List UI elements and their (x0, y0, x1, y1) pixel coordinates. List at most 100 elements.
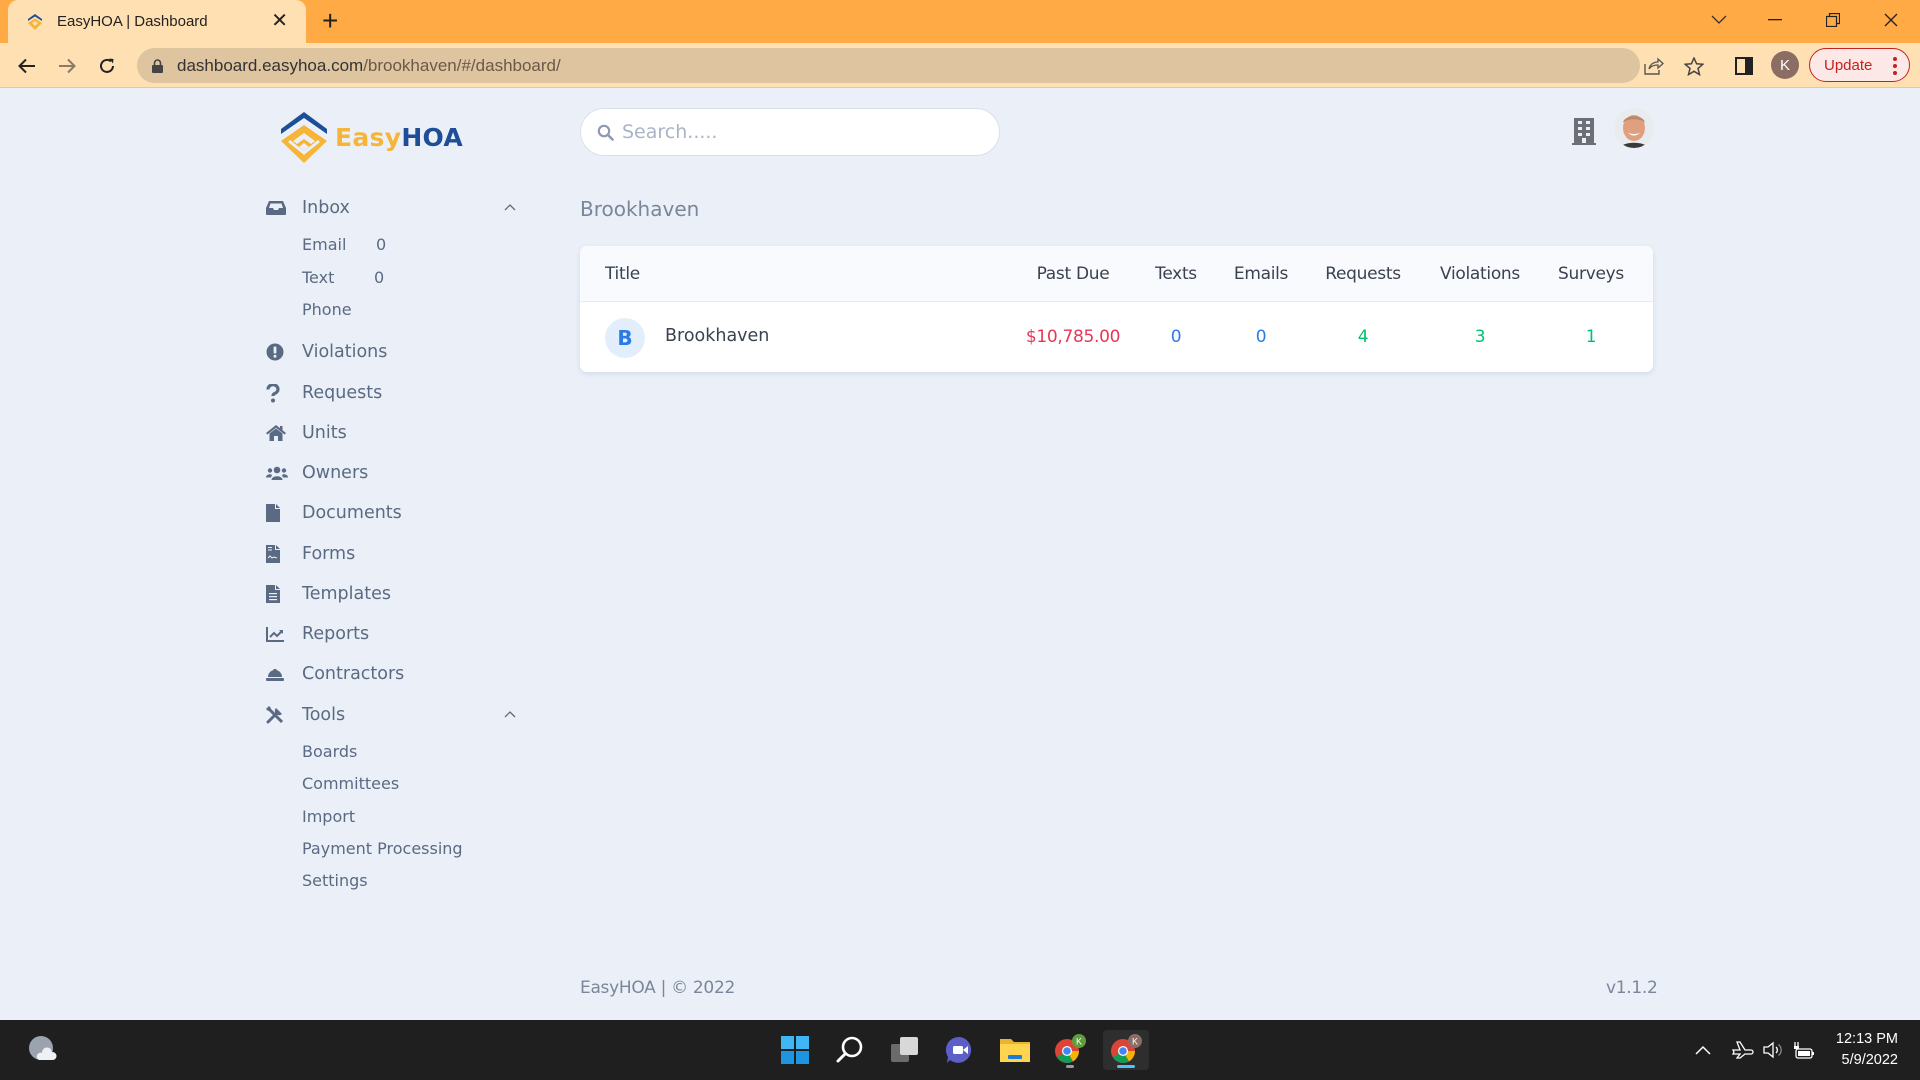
sidebar-subitem-label: Import (302, 806, 356, 826)
table-header: Title Past Due Texts Emails Requests Vio… (580, 246, 1653, 302)
file-alt-icon (266, 584, 288, 604)
building-icon[interactable] (1572, 118, 1596, 150)
sidebar-item-requests[interactable]: Requests (266, 379, 382, 407)
requests-count: 4 (1357, 327, 1369, 347)
teams-chat-icon[interactable] (940, 1030, 980, 1070)
column-header-surveys[interactable]: Surveys (1558, 264, 1624, 284)
hard-hat-icon (266, 664, 288, 684)
easyhoa-logo[interactable]: EasyHOA (279, 109, 463, 165)
texts-count: 0 (1170, 327, 1182, 347)
side-panel-icon[interactable] (1732, 54, 1756, 78)
running-indicator (1066, 1065, 1074, 1068)
search-box[interactable] (580, 108, 1000, 156)
inbox-collapse-chevron-icon[interactable] (502, 200, 518, 216)
sidebar-subitem-text[interactable]: Text 0 (302, 265, 384, 289)
users-icon (266, 463, 288, 483)
start-icon[interactable] (775, 1030, 815, 1070)
sidebar-subitem-import[interactable]: Import (302, 804, 355, 828)
restore-button[interactable] (1810, 0, 1856, 40)
svg-text:K: K (1076, 1037, 1082, 1047)
column-header-emails[interactable]: Emails (1234, 264, 1289, 284)
sidebar-item-label: Owners (302, 463, 369, 483)
volume-icon[interactable] (1760, 1037, 1786, 1063)
tools-collapse-chevron-icon[interactable] (502, 707, 518, 723)
chrome-profile-k-brown-icon[interactable]: K (1103, 1030, 1149, 1070)
text-count: 0 (374, 267, 385, 287)
column-header-past-due[interactable]: Past Due (1037, 264, 1110, 284)
back-button[interactable] (12, 51, 42, 81)
system-clock[interactable]: 12:13 PM 5/9/2022 (1834, 1029, 1898, 1071)
footer-version: v1.1.2 (1606, 978, 1658, 998)
footer-copyright: EasyHOA | © 2022 (580, 978, 735, 998)
reload-button[interactable] (92, 51, 122, 81)
association-table: Title Past Due Texts Emails Requests Vio… (580, 246, 1653, 372)
url-text: dashboard.easyhoa.com/brookhaven/#/dashb… (177, 56, 561, 76)
sidebar-item-templates[interactable]: Templates (266, 580, 391, 608)
sidebar-subitem-payment-processing[interactable]: Payment Processing (302, 836, 463, 860)
brand-easy: Easy (335, 122, 402, 152)
tab-search-chevron-icon[interactable] (1696, 0, 1742, 40)
past-due-value: $10,785.00 (1025, 327, 1121, 347)
sidebar-subitem-label: Settings (302, 870, 368, 890)
sidebar-subitem-boards[interactable]: Boards (302, 739, 357, 763)
sidebar-item-contractors[interactable]: Contractors (266, 660, 404, 688)
association-title[interactable]: Brookhaven (665, 326, 769, 346)
sidebar-subitem-label: Boards (302, 741, 358, 761)
file-signature-icon (266, 544, 288, 564)
weather-widget-icon[interactable] (22, 1030, 62, 1070)
search-icon (597, 124, 614, 141)
sidebar-subitem-label: Committees (302, 773, 400, 793)
table-row[interactable]: B Brookhaven $10,785.00 0 0 4 3 1 (580, 303, 1653, 372)
column-header-title[interactable]: Title (605, 264, 640, 284)
sidebar-item-documents[interactable]: Documents (266, 499, 402, 527)
sidebar-item-forms[interactable]: Forms (266, 540, 355, 568)
bookmark-star-icon[interactable] (1682, 54, 1706, 78)
sidebar-item-label: Reports (302, 624, 370, 644)
address-bar[interactable]: dashboard.easyhoa.com/brookhaven/#/dashb… (137, 48, 1704, 83)
user-avatar[interactable] (1614, 108, 1654, 148)
surveys-count: 1 (1585, 327, 1597, 347)
sidebar-subitem-committees[interactable]: Committees (302, 771, 399, 795)
chrome-profile-k-green-icon[interactable]: K (1050, 1030, 1090, 1070)
update-button[interactable]: Update (1809, 48, 1910, 82)
violations-count: 3 (1474, 327, 1486, 347)
task-view-icon[interactable] (885, 1030, 925, 1070)
new-tab-button[interactable]: + (322, 6, 338, 36)
minimize-button[interactable] (1752, 0, 1798, 40)
clock-time: 12:13 PM (1835, 1031, 1898, 1047)
file-icon (266, 503, 288, 523)
show-hidden-icons-chevron-icon[interactable] (1690, 1037, 1716, 1063)
sidebar-item-tools[interactable]: Tools (266, 701, 345, 729)
share-icon[interactable] (1642, 54, 1666, 78)
home-icon (266, 423, 288, 443)
file-explorer-icon[interactable] (995, 1030, 1035, 1070)
sidebar-subitem-label: Payment Processing (302, 838, 463, 858)
sidebar-item-label: Documents (302, 503, 402, 523)
battery-charging-icon[interactable] (1791, 1037, 1817, 1063)
sidebar-item-violations[interactable]: Violations (266, 338, 387, 366)
update-label: Update (1824, 56, 1873, 74)
brand-name: EasyHOA (335, 123, 463, 152)
profile-avatar-button[interactable]: K (1771, 51, 1799, 79)
emails-count: 0 (1255, 327, 1267, 347)
airplane-mode-icon[interactable] (1730, 1037, 1756, 1063)
sidebar-subitem-email[interactable]: Email 0 (302, 232, 386, 256)
sidebar-subitem-label: Email (302, 234, 347, 254)
search-input[interactable] (622, 121, 962, 143)
browser-tab-active[interactable]: EasyHOA | Dashboard ✕ (8, 0, 306, 43)
sidebar-subitem-settings[interactable]: Settings (302, 868, 368, 892)
tab-close-icon[interactable]: ✕ (271, 10, 288, 32)
sidebar-item-owners[interactable]: Owners (266, 459, 368, 487)
email-count: 0 (376, 234, 387, 254)
column-header-violations[interactable]: Violations (1440, 264, 1520, 284)
forward-button[interactable] (52, 51, 82, 81)
column-header-requests[interactable]: Requests (1325, 264, 1401, 284)
sidebar-subitem-phone[interactable]: Phone (302, 297, 352, 321)
sidebar-item-label: Tools (302, 705, 346, 725)
sidebar-item-units[interactable]: Units (266, 419, 347, 447)
column-header-texts[interactable]: Texts (1155, 264, 1197, 284)
search-icon[interactable] (830, 1030, 870, 1070)
sidebar-item-reports[interactable]: Reports (266, 620, 369, 648)
sidebar-item-inbox[interactable]: Inbox (266, 194, 350, 222)
close-window-button[interactable] (1868, 0, 1914, 40)
